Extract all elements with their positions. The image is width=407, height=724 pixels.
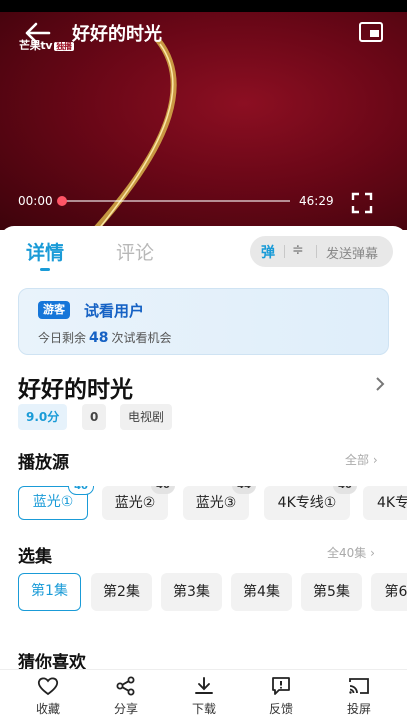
episode-count-badge: 40 bbox=[68, 486, 94, 495]
tab-indicator bbox=[40, 268, 50, 271]
episode-option[interactable]: 第1集 bbox=[18, 573, 81, 611]
cast-label: 投屏 bbox=[346, 702, 371, 716]
episode-list: 第1集 第2集 第3集 第4集 第5集 第6 bbox=[0, 572, 407, 614]
episode-count-badge: 40 bbox=[333, 486, 357, 494]
episode-option[interactable]: 第5集 bbox=[301, 573, 362, 611]
source-option-label: 蓝光③ bbox=[195, 495, 237, 511]
current-time: 00:00 bbox=[18, 194, 53, 208]
danmu-bar: 弹 ≑ 发送弹幕 bbox=[250, 236, 393, 267]
channel-logo: 芒果tv 独播 bbox=[19, 37, 74, 53]
bottom-action-bar: 收藏 分享 下载 反馈 投屏 bbox=[0, 669, 407, 724]
trial-desc-suffix: 次试看机会 bbox=[111, 331, 172, 345]
episode-option-label: 第1集 bbox=[31, 583, 68, 599]
danmu-settings-icon[interactable]: ≑ bbox=[292, 242, 304, 258]
share-button[interactable]: 分享 bbox=[96, 676, 156, 717]
detail-sheet: 详情 评论 弹 ≑ 发送弹幕 游客 试看用户 今日剩余 48 次试看机会 好好的时光… bbox=[0, 226, 407, 724]
source-option[interactable]: 蓝光① 40 bbox=[18, 486, 94, 520]
tab-details[interactable]: 详情 bbox=[26, 238, 64, 265]
source-all-link[interactable]: 全部 › bbox=[345, 451, 378, 468]
chevron-right-icon[interactable] bbox=[374, 376, 386, 392]
source-option[interactable]: 蓝光③44 bbox=[183, 486, 256, 520]
favorite-label: 收藏 bbox=[35, 702, 60, 716]
episode-count-badge: 40 bbox=[151, 486, 175, 494]
genre-tag: 电视剧 bbox=[120, 404, 173, 430]
download-label: 下载 bbox=[191, 702, 216, 716]
count-tag: 0 bbox=[82, 404, 107, 430]
progress-bar[interactable] bbox=[62, 200, 290, 202]
show-title[interactable]: 好好的时光 bbox=[18, 370, 133, 404]
cast-icon bbox=[349, 678, 369, 694]
progress-knob[interactable] bbox=[57, 196, 67, 206]
fullscreen-icon[interactable] bbox=[351, 192, 373, 214]
total-time: 46:29 bbox=[299, 194, 334, 208]
heart-icon bbox=[37, 677, 59, 696]
episode-option-label: 第2集 bbox=[103, 584, 140, 600]
source-option[interactable]: 4K专线①40 bbox=[264, 486, 357, 520]
episode-option[interactable]: 第6 bbox=[371, 573, 407, 611]
send-danmu-button[interactable]: 发送弹幕 bbox=[326, 243, 378, 262]
score-tag: 9.0分 bbox=[18, 404, 68, 430]
download-button[interactable]: 下载 bbox=[174, 676, 234, 717]
share-icon bbox=[116, 676, 135, 696]
source-list: 蓝光①40蓝光②40蓝光③444K专线①404K专 bbox=[0, 486, 407, 526]
tab-comments[interactable]: 评论 bbox=[116, 238, 154, 265]
episode-section-title: 选集 bbox=[18, 547, 52, 567]
logo-badge: 独播 bbox=[54, 42, 74, 51]
trial-description: 今日剩余 48 次试看机会 bbox=[38, 329, 172, 346]
favorite-button[interactable]: 收藏 bbox=[18, 676, 78, 717]
source-option-label: 蓝光① bbox=[32, 494, 74, 510]
episode-all-label: 全40集 bbox=[327, 546, 367, 560]
video-player[interactable]: 好好的时光 芒果tv 独播 00:00 46:29 bbox=[0, 0, 407, 230]
share-label: 分享 bbox=[113, 702, 138, 716]
source-option-label: 蓝光② bbox=[114, 495, 156, 511]
trial-desc-prefix: 今日剩余 bbox=[38, 331, 87, 345]
source-all-label: 全部 bbox=[345, 453, 370, 467]
episode-all-link[interactable]: 全40集 › bbox=[327, 544, 375, 561]
video-title: 好好的时光 bbox=[72, 24, 162, 45]
danmu-toggle-button[interactable]: 弹 bbox=[261, 242, 275, 262]
trial-remaining-count: 48 bbox=[89, 330, 109, 346]
feedback-icon bbox=[272, 677, 290, 695]
episode-option[interactable]: 第3集 bbox=[161, 573, 222, 611]
logo-text: 芒果tv bbox=[19, 39, 53, 52]
cast-button[interactable]: 投屏 bbox=[329, 676, 389, 717]
episode-option-label: 第5集 bbox=[313, 584, 350, 600]
download-icon bbox=[195, 677, 213, 694]
episode-option-label: 第6 bbox=[384, 584, 407, 600]
feedback-label: 反馈 bbox=[268, 702, 293, 716]
episode-option-label: 第3集 bbox=[173, 584, 210, 600]
episode-option[interactable]: 第4集 bbox=[231, 573, 292, 611]
trial-user-card[interactable]: 游客 试看用户 今日剩余 48 次试看机会 bbox=[18, 288, 389, 355]
episode-count-badge: 44 bbox=[232, 486, 256, 494]
source-option-label: 4K专 bbox=[376, 495, 407, 511]
episode-option-label: 第4集 bbox=[243, 584, 280, 600]
source-option[interactable]: 蓝光②40 bbox=[102, 486, 175, 520]
source-section-title: 播放源 bbox=[18, 453, 69, 473]
episode-option[interactable]: 第2集 bbox=[91, 573, 152, 611]
divider bbox=[316, 245, 317, 258]
trial-title: 试看用户 bbox=[84, 302, 145, 320]
source-option-label: 4K专线① bbox=[277, 495, 337, 511]
source-option[interactable]: 4K专 bbox=[363, 486, 407, 520]
divider bbox=[284, 245, 285, 258]
guest-badge: 游客 bbox=[38, 301, 70, 319]
picture-in-picture-icon[interactable] bbox=[358, 21, 384, 43]
feedback-button[interactable]: 反馈 bbox=[251, 676, 311, 717]
